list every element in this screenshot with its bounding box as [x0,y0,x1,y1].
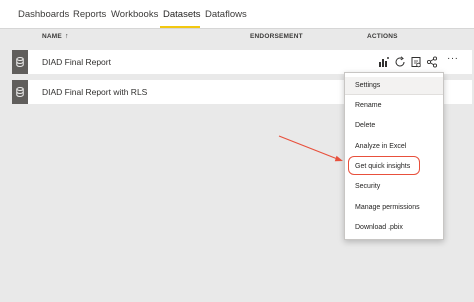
annotation-arrow [278,135,343,162]
